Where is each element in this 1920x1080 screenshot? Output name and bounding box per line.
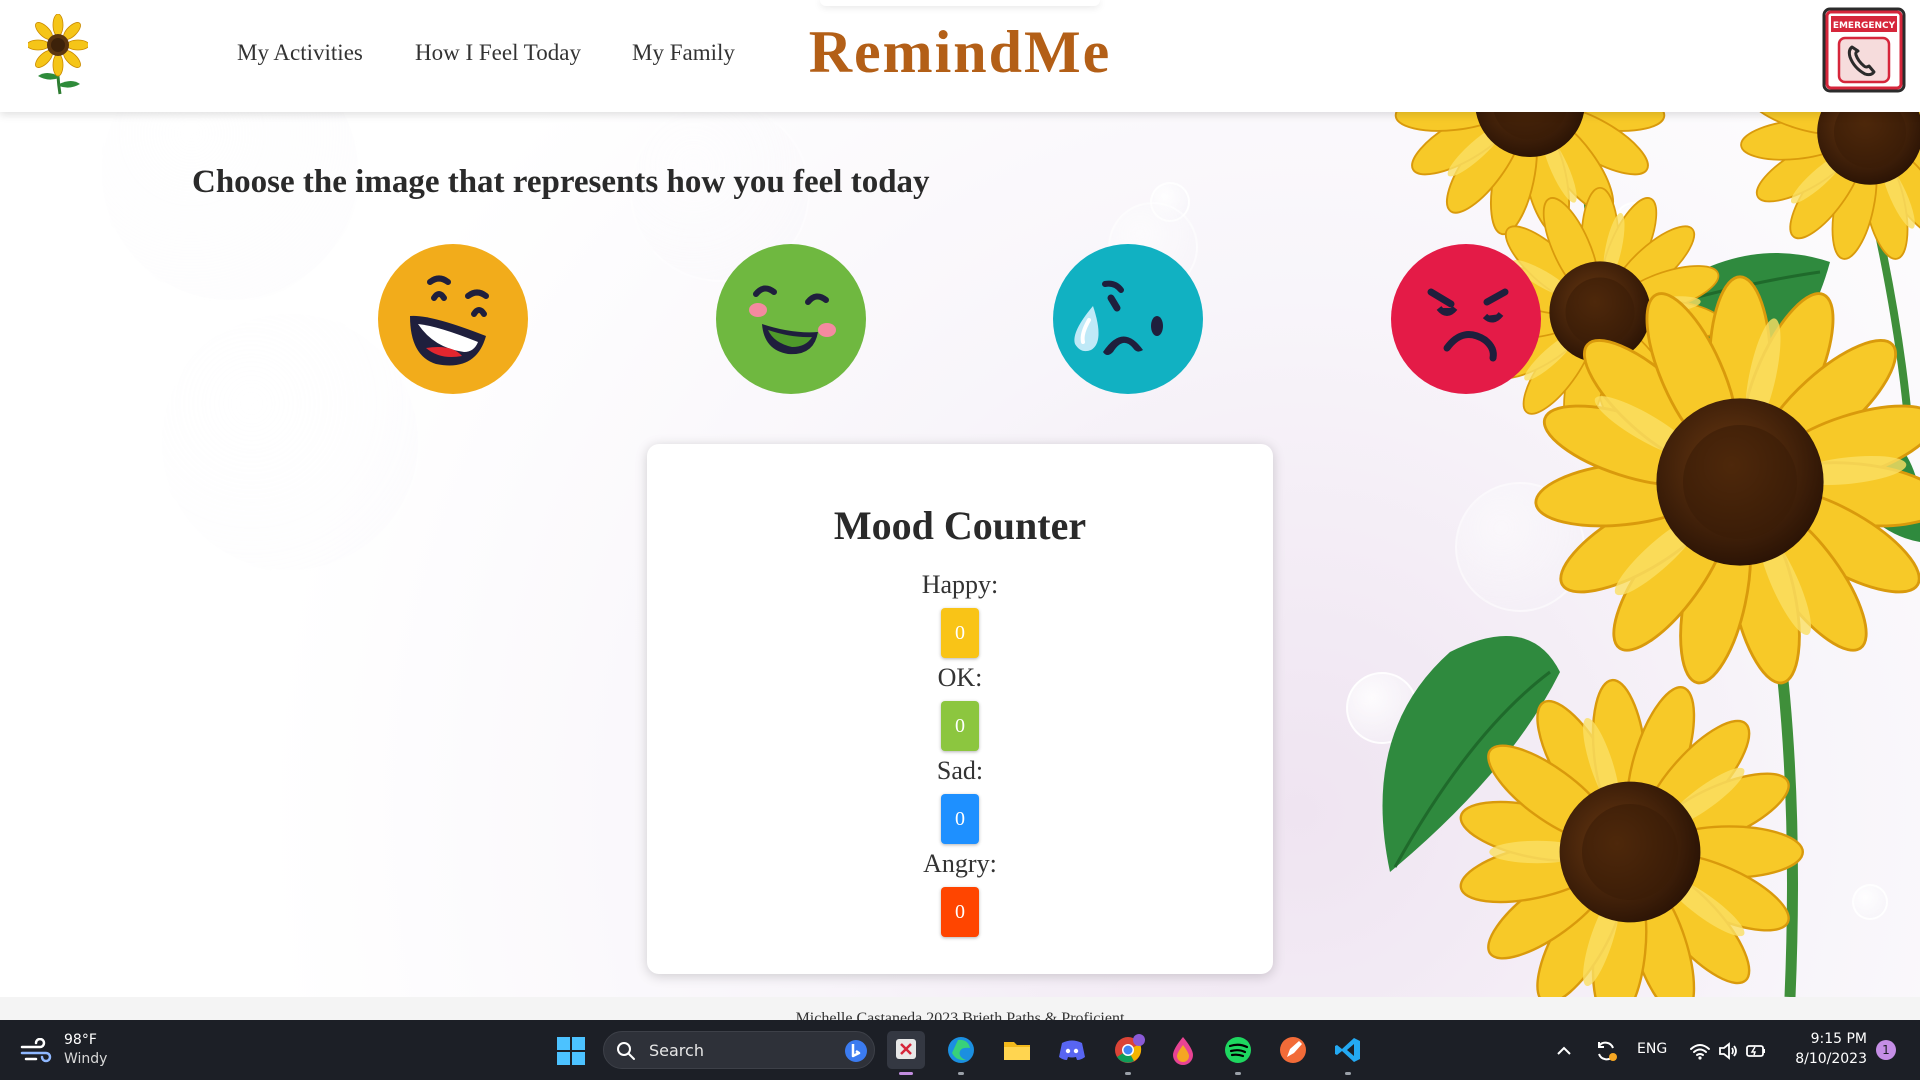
notification-badge[interactable]: 1	[1876, 1040, 1896, 1060]
ok-count-badge: 0	[941, 701, 979, 751]
taskbar-edge[interactable]	[942, 1031, 980, 1075]
sad-count-label: Sad:	[936, 756, 984, 785]
bubble-decoration	[100, 112, 360, 302]
bing-chat-icon[interactable]	[844, 1039, 868, 1063]
folder-icon	[1004, 1042, 1030, 1060]
emergency-call-icon[interactable]: EMERGENCY	[1822, 7, 1906, 93]
main-content: Choose the image that represents how you…	[0, 112, 1920, 997]
vscode-icon	[1335, 1038, 1360, 1062]
wifi-icon[interactable]	[1688, 1039, 1712, 1063]
color-drop-icon	[1173, 1037, 1193, 1065]
content-face-icon	[716, 244, 866, 394]
taskbar-file-explorer[interactable]	[998, 1031, 1036, 1069]
app-running-indicator	[958, 1072, 964, 1075]
mood-sad-button[interactable]	[1053, 244, 1203, 394]
mood-angry-button[interactable]	[1391, 244, 1541, 394]
mood-happy-button[interactable]	[378, 244, 528, 394]
discord-icon	[1059, 1040, 1085, 1060]
language-indicator[interactable]: ENG	[1637, 1041, 1667, 1057]
taskbar-chrome[interactable]	[1109, 1031, 1147, 1075]
windows-taskbar: 98°F Windy Search ENG 9:15 PM 8/10/2023 …	[0, 1020, 1920, 1080]
weather-condition[interactable]: Windy	[64, 1051, 107, 1067]
happy-count-label: Happy:	[921, 570, 999, 599]
wind-icon[interactable]	[20, 1038, 52, 1064]
windows-start-icon[interactable]	[556, 1036, 586, 1066]
taskbar-paint-app[interactable]	[1164, 1031, 1202, 1069]
mood-counter-card: Mood Counter Happy: 0 OK: 0 Sad: 0 Angry…	[647, 444, 1273, 974]
weather-temperature[interactable]: 98°F	[64, 1032, 97, 1048]
volume-icon[interactable]	[1716, 1039, 1740, 1063]
site-footer: Michelle Castaneda 2023 Brieth Paths & P…	[0, 997, 1920, 1020]
sync-update-icon[interactable]	[1594, 1039, 1618, 1063]
clock-time[interactable]: 9:15 PM	[1795, 1031, 1867, 1047]
footer-credit: Michelle Castaneda 2023 Brieth Paths & P…	[795, 1010, 1125, 1020]
happy-count-badge: 0	[941, 608, 979, 658]
battery-icon[interactable]	[1744, 1039, 1768, 1063]
taskbar-vscode[interactable]	[1329, 1031, 1367, 1075]
app-running-indicator	[1125, 1072, 1131, 1075]
taskbar-discord[interactable]	[1053, 1031, 1091, 1069]
search-icon	[617, 1042, 635, 1060]
app-running-indicator	[1345, 1072, 1351, 1075]
spotify-icon	[1225, 1037, 1251, 1063]
angry-count-badge: 0	[941, 887, 979, 937]
taskbar-spotify[interactable]	[1219, 1031, 1257, 1075]
ok-count-label: OK:	[937, 663, 983, 692]
sad-count-badge: 0	[941, 794, 979, 844]
brand-title: RemindMe	[808, 19, 1112, 85]
snipping-tool-icon	[896, 1039, 916, 1059]
angry-face-icon	[1391, 244, 1541, 394]
taskbar-pen-app[interactable]	[1274, 1031, 1312, 1069]
search-placeholder: Search	[649, 1041, 704, 1060]
chevron-up-icon[interactable]	[1552, 1039, 1576, 1063]
clock-date[interactable]: 8/10/2023	[1785, 1051, 1867, 1067]
pen-icon	[1280, 1037, 1306, 1063]
mood-counter-title: Mood Counter	[833, 503, 1087, 548]
taskbar-search-box[interactable]: Search	[603, 1031, 875, 1069]
crying-face-icon	[1053, 244, 1203, 394]
page-heading: Choose the image that represents how you…	[192, 164, 930, 200]
svg-text:EMERGENCY: EMERGENCY	[1833, 21, 1896, 31]
app-running-indicator	[1235, 1072, 1241, 1075]
app-running-indicator	[899, 1072, 913, 1075]
angry-count-label: Angry:	[923, 849, 997, 878]
chrome-icon	[1115, 1034, 1145, 1063]
edge-icon	[948, 1037, 974, 1063]
brand-tab-shadow	[820, 0, 1100, 6]
laughing-face-icon	[378, 244, 528, 394]
site-header: My Activities How I Feel Today My Family…	[0, 0, 1920, 112]
taskbar-snipping-tool[interactable]	[887, 1031, 925, 1075]
mood-ok-button[interactable]	[716, 244, 866, 394]
